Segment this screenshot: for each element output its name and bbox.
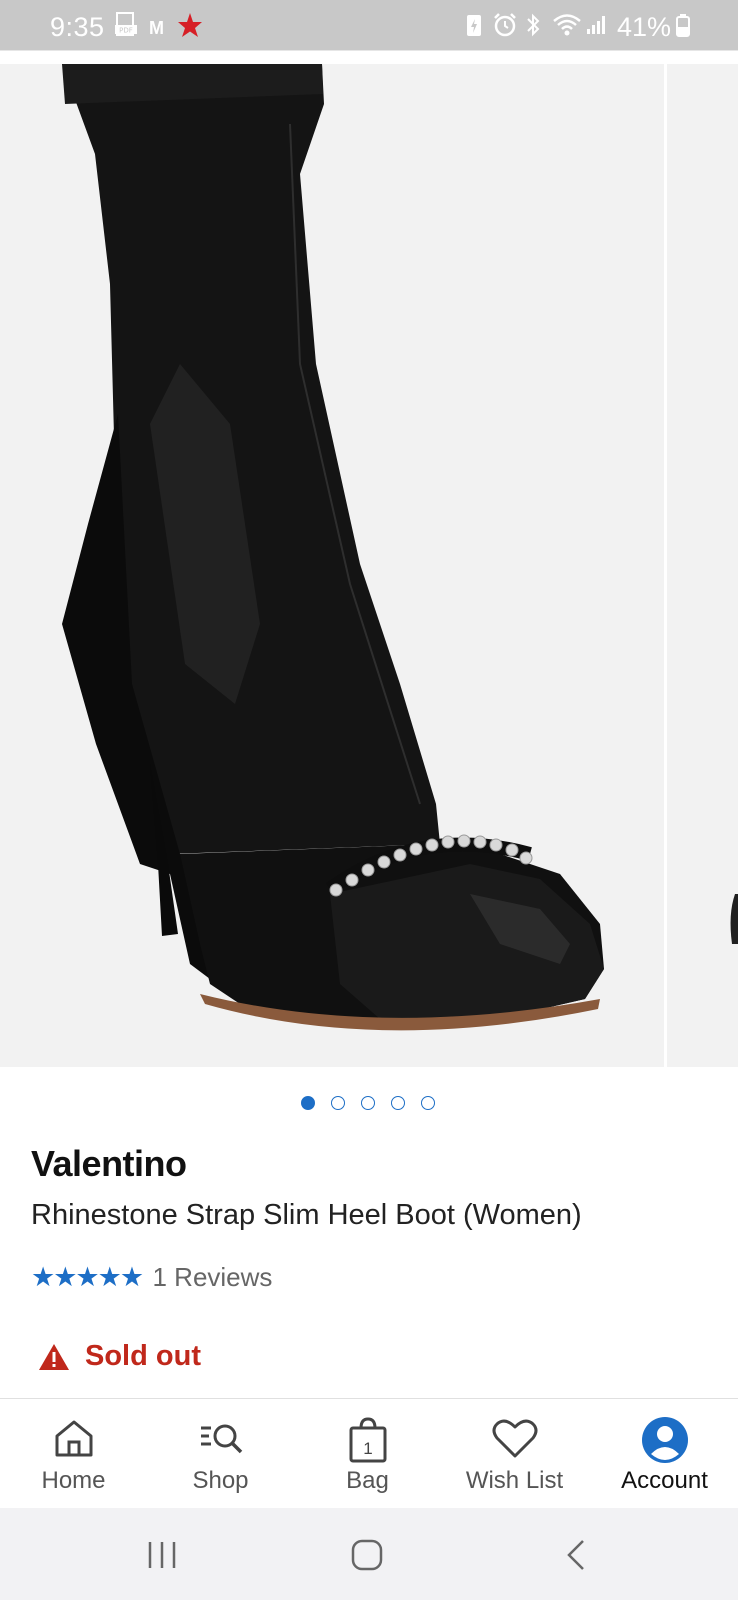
nav-wishlist-label: Wish List <box>465 1467 564 1494</box>
star-icon <box>177 12 203 44</box>
battery-icon <box>675 12 691 44</box>
home-button-icon[interactable] <box>350 1538 384 1572</box>
bottom-navigation: Home Shop 1 Bag Wish List Account <box>0 1398 738 1509</box>
nav-shop[interactable]: Shop <box>147 1399 294 1509</box>
gallery-dot-3[interactable] <box>361 1096 375 1110</box>
warning-icon <box>38 1342 70 1377</box>
alarm-icon <box>493 12 517 44</box>
gallery-dot-4[interactable] <box>391 1096 405 1110</box>
nav-bag-label: Bag <box>346 1467 389 1494</box>
bag-count-badge: 1 <box>363 1439 372 1458</box>
gallery-dot-1[interactable] <box>301 1096 315 1110</box>
nav-home[interactable]: Home <box>0 1399 147 1509</box>
status-bar: 9:35 PDF M 41% <box>0 0 738 50</box>
gallery-pagination <box>0 1096 738 1116</box>
home-icon <box>52 1416 96 1465</box>
bluetooth-icon <box>524 12 542 44</box>
wifi-icon <box>552 12 582 44</box>
gallery-dot-5[interactable] <box>421 1096 435 1110</box>
product-image <box>62 64 738 1031</box>
status-bar-gap <box>0 50 738 65</box>
rating-stars: ★★★★★ <box>31 1262 144 1292</box>
product-brand[interactable]: Valentino <box>31 1143 187 1185</box>
nav-bag[interactable]: 1 Bag <box>294 1399 441 1509</box>
battery-percent: 41% <box>617 12 672 42</box>
nav-home-label: Home <box>41 1467 106 1494</box>
recent-apps-icon[interactable] <box>145 1538 179 1572</box>
reviews-count[interactable]: 1 Reviews <box>152 1262 272 1292</box>
nav-shop-label: Shop <box>192 1467 249 1494</box>
back-icon[interactable] <box>560 1538 594 1572</box>
product-image-gallery[interactable] <box>0 64 738 1067</box>
svg-text:PDF: PDF <box>119 27 133 35</box>
system-navigation-bar <box>0 1508 738 1600</box>
shop-search-icon <box>197 1416 245 1465</box>
product-rating[interactable]: ★★★★★ 1 Reviews <box>31 1262 272 1294</box>
account-icon <box>641 1416 689 1469</box>
sold-out-label: Sold out <box>85 1340 201 1372</box>
nav-account-label: Account <box>621 1467 708 1494</box>
heart-icon <box>491 1416 539 1465</box>
gmail-icon: M <box>149 18 164 38</box>
signal-icon <box>585 12 609 44</box>
nav-account[interactable]: Account <box>591 1399 738 1509</box>
nav-wishlist[interactable]: Wish List <box>441 1399 588 1509</box>
battery-saver-icon <box>466 12 482 44</box>
product-name: Rhinestone Strap Slim Heel Boot (Women) <box>31 1199 582 1231</box>
bag-icon: 1 <box>346 1416 390 1469</box>
pdf-icon: PDF <box>115 12 137 44</box>
gallery-image-divider <box>664 64 667 1067</box>
gallery-dot-2[interactable] <box>331 1096 345 1110</box>
status-time: 9:35 <box>50 12 105 42</box>
